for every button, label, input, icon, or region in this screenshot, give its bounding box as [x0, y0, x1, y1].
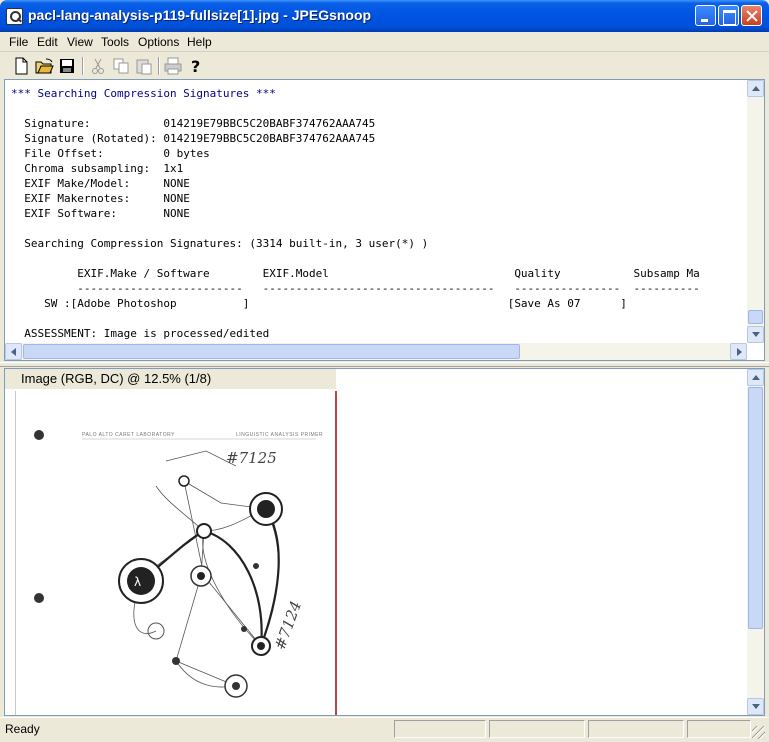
status-panel	[394, 720, 486, 738]
log-field-value: 014219E79BBC5C20BABF374762AAA745	[163, 117, 376, 130]
log-horizontal-scrollbar[interactable]	[5, 343, 747, 360]
log-field-label: File Offset:	[11, 147, 164, 160]
log-field-value: 014219E79BBC5C20BABF374762AAA745	[163, 132, 376, 145]
log-field-value: NONE	[163, 177, 190, 190]
menu-view[interactable]: View	[67, 35, 93, 49]
toolbar-separator	[82, 57, 84, 75]
cut-icon[interactable]	[87, 55, 109, 77]
minimize-button[interactable]	[695, 5, 716, 26]
copy-icon[interactable]	[110, 55, 132, 77]
log-table-rule: ------------------------- --------------…	[11, 282, 700, 295]
image-info-label: Image (RGB, DC) @ 12.5% (1/8)	[5, 369, 336, 389]
log-field-value: NONE	[163, 192, 190, 205]
log-vertical-scrollbar[interactable]	[747, 80, 764, 343]
log-table-row: SW :[Adobe Photoshop ] [Save As 07 ]	[11, 297, 627, 310]
scroll-right-button[interactable]	[730, 343, 747, 360]
scroll-up-button[interactable]	[747, 80, 764, 97]
menu-edit[interactable]: Edit	[37, 35, 58, 49]
image-preview: PALO ALTO CARET LABORATORY LINGUISTIC AN…	[15, 391, 337, 715]
pane-splitter[interactable]	[0, 362, 769, 367]
scroll-down-button[interactable]	[747, 698, 764, 715]
menu-bar: File Edit View Tools Options Help	[0, 32, 769, 52]
status-panel	[687, 720, 751, 738]
jpegsnoop-app-icon[interactable]	[6, 8, 23, 25]
status-bar: Ready	[0, 717, 769, 742]
scroll-down-button[interactable]	[747, 326, 764, 343]
title-bar[interactable]: pacl-lang-analysis-p119-fullsize[1].jpg …	[0, 0, 769, 32]
annotation-7124: #7124	[271, 599, 305, 653]
annotation-7125: #7125	[226, 449, 277, 467]
image-preview-pane[interactable]: Image (RGB, DC) @ 12.5% (1/8) PALO ALTO …	[4, 368, 765, 716]
log-heading: *** Searching Compression Signatures ***	[11, 87, 276, 100]
menu-file[interactable]: File	[9, 35, 28, 49]
scroll-thumb[interactable]	[748, 387, 763, 629]
status-text: Ready	[5, 722, 40, 736]
log-field-value: 1x1	[163, 162, 184, 175]
log-field-label: EXIF Makernotes:	[11, 192, 164, 205]
open-icon[interactable]	[33, 55, 55, 77]
svg-text:?: ?	[191, 57, 200, 76]
maximize-button[interactable]	[718, 5, 739, 26]
help-icon[interactable]: ?	[185, 55, 207, 77]
log-field-label: EXIF Software:	[11, 207, 164, 220]
new-icon[interactable]	[10, 55, 32, 77]
status-panel	[489, 720, 585, 738]
log-text: *** Searching Compression Signatures ***…	[11, 86, 700, 341]
log-field-label: Signature:	[11, 117, 164, 130]
svg-text:λ: λ	[134, 575, 141, 589]
image-vertical-scrollbar[interactable]	[747, 369, 764, 715]
log-search-line: Searching Compression Signatures: (3314 …	[11, 237, 429, 250]
scroll-thumb[interactable]	[23, 344, 520, 359]
log-field-value: NONE	[163, 207, 190, 220]
scroll-up-button[interactable]	[747, 369, 764, 386]
diagram-drawing: λ #7125 #7124	[34, 430, 316, 698]
window-title: pacl-lang-analysis-p119-fullsize[1].jpg …	[28, 7, 372, 23]
toolbar: ?	[0, 53, 769, 78]
log-field-label: EXIF Make/Model:	[11, 177, 164, 190]
menu-options[interactable]: Options	[138, 35, 179, 49]
scroll-thumb[interactable]	[748, 310, 763, 324]
log-pane[interactable]: *** Searching Compression Signatures ***…	[4, 79, 765, 361]
paste-icon[interactable]	[133, 55, 155, 77]
save-icon[interactable]	[56, 55, 78, 77]
toolbar-separator	[158, 57, 160, 75]
log-field-label: Chroma subsampling:	[11, 162, 164, 175]
log-table-header: EXIF.Make / Software EXIF.Model Quality …	[11, 267, 700, 280]
close-button[interactable]	[741, 5, 762, 26]
log-assessment: ASSESSMENT: Image is processed/edited	[11, 327, 270, 340]
menu-tools[interactable]: Tools	[101, 35, 129, 49]
status-panel	[588, 720, 684, 738]
scroll-left-button[interactable]	[5, 343, 22, 360]
log-field-label: Signature (Rotated):	[11, 132, 164, 145]
log-field-value: 0 bytes	[163, 147, 210, 160]
resize-grip[interactable]	[752, 726, 765, 739]
menu-help[interactable]: Help	[187, 35, 212, 49]
print-icon[interactable]	[162, 55, 184, 77]
